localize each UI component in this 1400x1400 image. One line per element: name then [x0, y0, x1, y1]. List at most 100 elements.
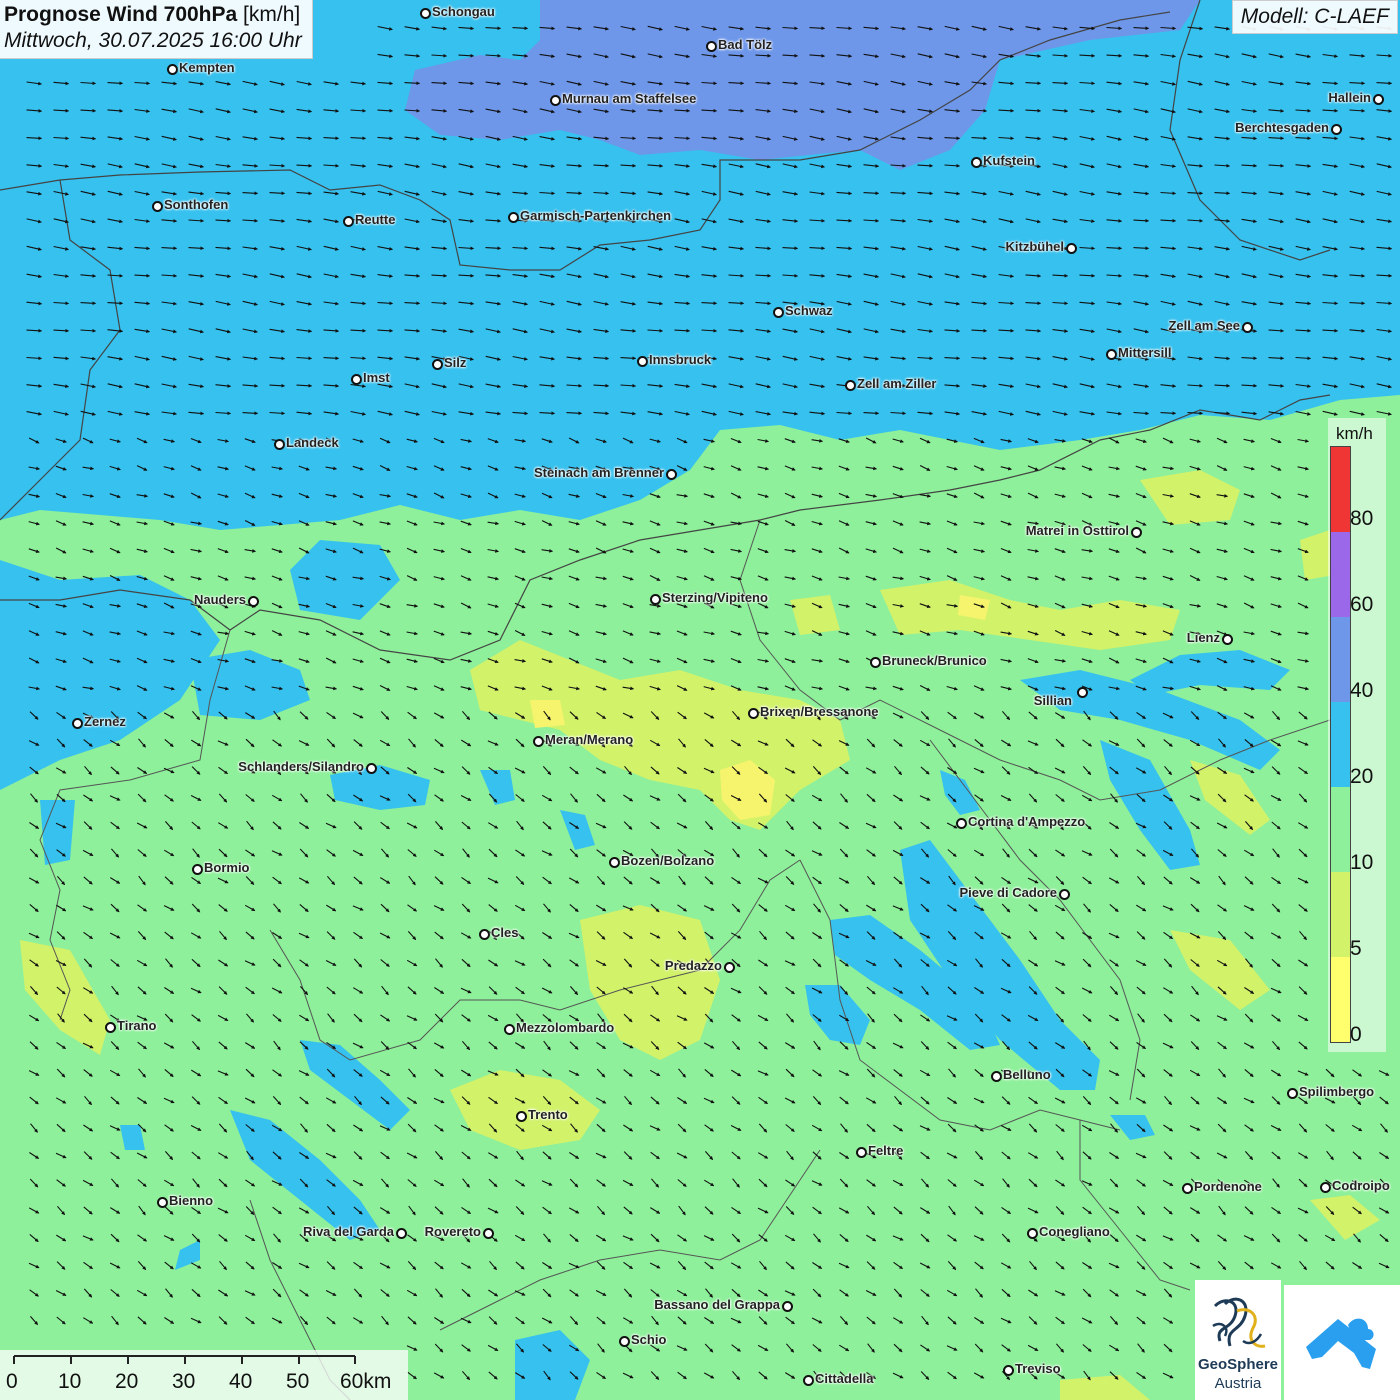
wind-arrow	[323, 191, 340, 196]
wind-arrow	[947, 904, 958, 912]
wind-arrow	[998, 383, 1015, 389]
wind-arrow	[839, 1096, 849, 1105]
wind-arrow	[543, 710, 551, 721]
wind-arrow	[541, 492, 553, 499]
wind-arrow	[1298, 959, 1309, 967]
wind-arrow	[164, 987, 175, 994]
wind-arrow	[784, 1290, 796, 1296]
city-marker	[366, 763, 377, 774]
wind-arrow	[298, 520, 310, 526]
wind-arrow	[1244, 1206, 1254, 1215]
wind-arrow	[404, 301, 421, 306]
wind-arrow	[893, 876, 903, 885]
wind-arrow	[296, 136, 313, 141]
wind-arrow	[1190, 766, 1200, 775]
wind-arrow	[379, 1069, 391, 1077]
wind-arrow	[1052, 163, 1068, 169]
wind-arrow	[1002, 1178, 1010, 1188]
wind-arrow	[1055, 1343, 1065, 1353]
wind-arrow	[674, 25, 690, 31]
wind-arrow	[83, 876, 93, 885]
wind-arrow	[811, 548, 823, 554]
wind-arrow	[676, 822, 688, 829]
wind-arrow	[431, 246, 448, 251]
wind-arrow	[83, 931, 94, 940]
wind-arrow	[1297, 686, 1310, 691]
wind-arrow	[137, 904, 148, 912]
wind-arrow	[1243, 1097, 1255, 1104]
wind-arrow	[1352, 1151, 1362, 1160]
wind-arrow	[893, 958, 903, 968]
wind-arrow	[1052, 218, 1069, 224]
wind-arrow	[296, 108, 313, 113]
wind-arrow	[485, 273, 502, 278]
wind-arrow	[218, 1316, 228, 1325]
wind-arrow	[839, 1344, 850, 1352]
wind-arrow	[1000, 686, 1012, 691]
wind-arrow	[948, 1205, 956, 1216]
wind-arrow	[839, 1041, 849, 1050]
geosphere-logo[interactable]: GeoSphere Austria	[1195, 1280, 1281, 1400]
wind-arrow	[893, 794, 904, 802]
wind-arrow	[647, 108, 664, 113]
wind-arrow	[460, 438, 473, 443]
city-label: Zell am Ziller	[857, 376, 937, 391]
wind-arrow	[971, 81, 988, 86]
wind-arrow	[488, 1371, 498, 1380]
wind-arrow	[512, 81, 529, 86]
wind-arrow	[407, 1371, 417, 1380]
wind-arrow	[271, 630, 283, 636]
wind-arrow	[1271, 766, 1281, 775]
wind-arrow	[137, 711, 147, 720]
wind-arrow	[704, 1261, 714, 1270]
wind-arrow	[622, 493, 635, 498]
wind-arrow	[1325, 1261, 1335, 1270]
wind-arrow	[948, 738, 956, 748]
wind-arrow	[649, 493, 661, 499]
wind-arrow	[352, 576, 365, 581]
wind-arrow	[1079, 81, 1096, 86]
wind-arrow	[650, 821, 660, 830]
city-marker	[1003, 1365, 1014, 1376]
wind-arrow	[1108, 932, 1120, 939]
wind-arrow	[26, 411, 43, 416]
city-label: Pieve di Cadore	[959, 885, 1057, 900]
wind-arrow	[1055, 712, 1066, 719]
app-logo[interactable]	[1284, 1285, 1400, 1400]
wind-arrow	[55, 960, 67, 966]
wind-arrow	[433, 1372, 445, 1379]
wind-arrow	[28, 548, 40, 554]
wind-arrow	[867, 1013, 875, 1023]
wind-arrow	[728, 136, 745, 141]
wind-arrow	[866, 875, 876, 886]
wind-arrow	[352, 685, 364, 691]
wind-arrow	[515, 1316, 525, 1325]
wind-arrow	[217, 877, 229, 884]
wind-arrow	[82, 630, 94, 636]
wind-arrow	[56, 711, 67, 720]
wind-arrow	[596, 931, 606, 940]
city-label: Rovereto	[424, 1224, 481, 1239]
wind-arrow	[701, 108, 718, 113]
map-canvas[interactable]: Prognose Wind 700hPa [km/h] Mittwoch, 30…	[0, 0, 1400, 1400]
city-label: Meran/Merano	[545, 732, 634, 747]
wind-arrow	[83, 1124, 94, 1132]
wind-arrow	[620, 411, 637, 416]
wind-arrow	[1268, 218, 1285, 224]
wind-arrow	[488, 1289, 499, 1297]
wind-arrow	[596, 793, 606, 803]
wind-arrow	[323, 81, 340, 86]
wind-arrow	[163, 547, 175, 554]
wind-arrow	[433, 685, 445, 691]
wind-arrow	[26, 328, 43, 333]
wind-arrow	[56, 1179, 66, 1187]
wind-arrow	[593, 136, 610, 141]
wind-arrow	[893, 1288, 903, 1298]
wind-arrow	[620, 301, 637, 306]
wind-arrow	[1000, 466, 1012, 471]
wind-arrow	[110, 877, 121, 884]
wind-arrow	[1160, 26, 1177, 31]
wind-arrow	[516, 1150, 524, 1161]
wind-arrow	[755, 190, 771, 196]
wind-arrow	[300, 793, 308, 803]
